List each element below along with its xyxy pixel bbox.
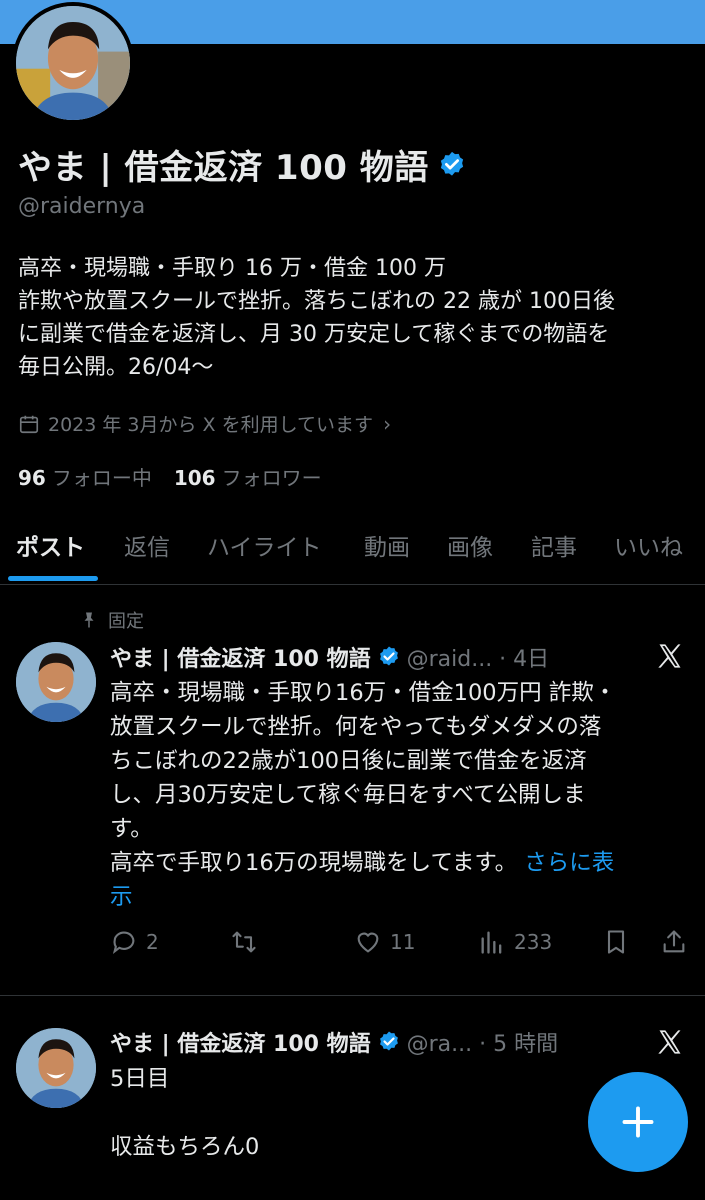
show-more-link-cont[interactable]: 示 bbox=[110, 884, 133, 910]
x-logo-icon[interactable] bbox=[656, 1028, 684, 1056]
tab-likes[interactable]: いいね bbox=[614, 528, 683, 562]
following-label: フォロー中 bbox=[51, 466, 152, 490]
share-icon bbox=[663, 930, 685, 953]
followers-link[interactable]: 106 フォロワー bbox=[174, 462, 322, 491]
following-count: 96 bbox=[18, 466, 46, 490]
tab-highlights[interactable]: ハイライト bbox=[207, 528, 322, 562]
follow-stats: 96 フォロー中 106 フォロワー bbox=[18, 462, 322, 491]
post-body-text: 高卒で手取り16万の現場職をしてます。 bbox=[110, 850, 518, 876]
bio-line: 毎日公開。26/04〜 bbox=[18, 355, 214, 380]
post-header: やま | 借金返済 100 物語 @raid... · 4日 bbox=[110, 641, 549, 673]
following-link[interactable]: 96 フォロー中 bbox=[18, 462, 152, 491]
repost-button[interactable] bbox=[230, 928, 266, 956]
bio-line: に副業で借金を返済し、月 30 万安定して稼ぐまでの物語を bbox=[18, 322, 610, 347]
verified-badge-icon bbox=[379, 1031, 398, 1051]
post-body-line: 高卒で手取り16万の現場職をしてます。 さらに表 bbox=[110, 846, 695, 880]
calendar-icon bbox=[19, 415, 39, 433]
post-meta: @ra... · 5 時間 bbox=[406, 1032, 559, 1057]
chevron-right-icon: › bbox=[383, 411, 392, 436]
post-body-line: 放置スクールで挫折。何をやってもダメダメの落 bbox=[110, 714, 602, 740]
post-body-line: し、月30万安定して稼ぐ毎日をすべて公開しま bbox=[110, 782, 586, 808]
post-body-line: す。 bbox=[110, 816, 153, 842]
profile-avatar[interactable] bbox=[12, 2, 134, 124]
profile-name-row: やま | 借金返済 100 物語 bbox=[18, 140, 467, 189]
bookmark-icon bbox=[607, 930, 625, 954]
avatar-photo bbox=[16, 6, 130, 120]
x-logo-icon[interactable] bbox=[656, 642, 684, 670]
heart-icon bbox=[357, 932, 379, 953]
view-count: 233 bbox=[514, 930, 553, 954]
post-author-name[interactable]: やま | 借金返済 100 物語 bbox=[110, 641, 371, 673]
reply-count: 2 bbox=[146, 930, 159, 954]
post-avatar[interactable] bbox=[16, 1028, 96, 1108]
verified-badge-icon[interactable] bbox=[437, 150, 467, 180]
post-body-line: 高卒・現場職・手取り16万・借金100万円 詐欺・ bbox=[110, 680, 617, 706]
followers-count: 106 bbox=[173, 466, 216, 490]
post-body[interactable]: 高卒・現場職・手取り16万・借金100万円 詐欺・ 放置スクールで挫折。何をやっ… bbox=[110, 676, 695, 914]
like-count: 11 bbox=[390, 930, 416, 954]
share-button[interactable] bbox=[660, 928, 696, 956]
bio-line: 高卒・現場職・手取り 16 万・借金 100 万 bbox=[18, 256, 446, 281]
tab-replies[interactable]: 返信 bbox=[124, 528, 170, 562]
bio-line: 詐欺や放置スクールで挫折。落ちこぼれの 22 歳が 100日後 bbox=[18, 289, 615, 314]
active-tab-indicator bbox=[8, 576, 98, 581]
post-meta: @raid... · 4日 bbox=[406, 647, 550, 672]
joined-date-text: 2023 年 3月から X を利用しています bbox=[48, 414, 374, 436]
tab-posts[interactable]: ポスト bbox=[16, 528, 85, 562]
views-chart-icon bbox=[481, 931, 502, 954]
tab-images[interactable]: 画像 bbox=[447, 528, 493, 562]
post-header: やま | 借金返済 100 物語 @ra... · 5 時間 bbox=[110, 1026, 558, 1058]
post-divider bbox=[0, 995, 705, 996]
reply-button[interactable]: 2 bbox=[110, 928, 159, 956]
bookmark-button[interactable] bbox=[602, 928, 638, 956]
compose-plus-icon bbox=[622, 1106, 654, 1138]
compose-button[interactable] bbox=[588, 1072, 688, 1172]
joined-date-row[interactable]: 2023 年 3月から X を利用しています › bbox=[18, 410, 391, 437]
post-body-line: 示 bbox=[110, 880, 695, 914]
profile-display-name: やま | 借金返済 100 物語 bbox=[18, 148, 429, 188]
post-author-name[interactable]: やま | 借金返済 100 物語 bbox=[110, 1026, 371, 1058]
views-button[interactable]: 233 bbox=[478, 928, 552, 956]
show-more-link[interactable]: さらに表 bbox=[524, 850, 614, 876]
pinned-label-text: 固定 bbox=[108, 611, 144, 632]
like-button[interactable]: 11 bbox=[354, 928, 415, 956]
post-avatar[interactable] bbox=[16, 642, 96, 722]
pin-icon bbox=[84, 612, 94, 628]
verified-badge-icon bbox=[379, 646, 398, 666]
tab-articles[interactable]: 記事 bbox=[531, 528, 577, 562]
profile-tabs: ポスト 返信 ハイライト 動画 画像 記事 いいね bbox=[0, 510, 705, 585]
reply-icon bbox=[112, 931, 135, 954]
avatar-photo bbox=[16, 1028, 96, 1108]
post-actions: 2 11 233 bbox=[110, 928, 690, 964]
profile-bio: 高卒・現場職・手取り 16 万・借金 100 万 詐欺や放置スクールで挫折。落ち… bbox=[18, 252, 698, 384]
pinned-indicator: 固定 bbox=[80, 607, 144, 633]
profile-handle: @raidernya bbox=[18, 194, 146, 219]
tab-videos[interactable]: 動画 bbox=[364, 528, 410, 562]
repost-icon bbox=[232, 931, 256, 953]
avatar-photo bbox=[16, 642, 96, 722]
followers-label: フォロワー bbox=[221, 466, 322, 490]
post-body-line: ちこぼれの22歳が100日後に副業で借金を返済 bbox=[110, 748, 587, 774]
